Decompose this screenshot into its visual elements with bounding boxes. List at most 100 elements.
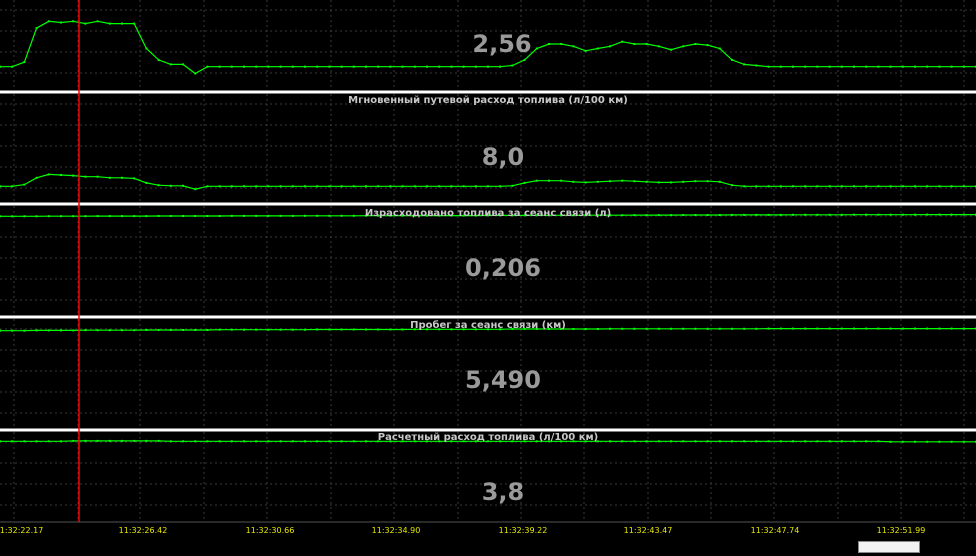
data-point: [365, 65, 367, 68]
data-point: [828, 213, 831, 216]
data-point: [218, 328, 221, 331]
data-point: [731, 327, 733, 330]
data-point: [60, 21, 62, 24]
data-point: [291, 214, 294, 217]
data-point: [352, 185, 355, 188]
panel-title: Пробег за сеанс связи (км): [410, 319, 566, 331]
data-point: [145, 215, 148, 218]
data-point: [694, 440, 697, 443]
data-point: [218, 215, 221, 217]
data-point: [84, 329, 87, 332]
data-point: [523, 58, 526, 61]
data-point: [487, 65, 489, 68]
data-point: [779, 65, 782, 68]
data-point: [706, 214, 709, 216]
data-point: [792, 213, 794, 216]
data-point: [950, 327, 953, 330]
data-point: [767, 65, 770, 68]
data-point: [657, 440, 660, 443]
current-value: 5,490: [465, 366, 541, 394]
data-point: [853, 65, 855, 68]
data-point: [535, 179, 538, 182]
data-point: [182, 184, 184, 187]
data-point: [572, 328, 575, 330]
data-point: [279, 65, 282, 68]
data-point: [316, 185, 319, 188]
data-point: [35, 329, 38, 332]
data-point: [11, 215, 14, 218]
data-point: [47, 20, 50, 23]
data-point: [267, 185, 270, 188]
data-point: [35, 440, 38, 443]
data-point: [108, 215, 111, 218]
data-point: [121, 329, 123, 332]
data-point: [133, 215, 136, 218]
current-value: 0,206: [465, 254, 541, 282]
data-point: [194, 188, 197, 191]
data-point: [279, 185, 282, 188]
data-point: [962, 213, 965, 216]
data-point: [194, 215, 197, 217]
data-point: [60, 215, 62, 218]
data-point: [816, 440, 819, 443]
data-point: [767, 185, 770, 188]
data-point: [731, 213, 733, 216]
data-point: [828, 185, 831, 188]
data-point: [377, 328, 380, 331]
data-point: [450, 185, 453, 188]
data-point: [633, 440, 636, 443]
x-tick-label: 11:32:43.47: [624, 526, 673, 535]
data-point: [72, 20, 75, 23]
data-point: [145, 47, 148, 50]
data-point: [60, 174, 62, 176]
data-point: [633, 214, 636, 217]
x-tick-label: 11:32:51.99: [877, 526, 926, 535]
data-point: [511, 64, 514, 67]
data-point: [206, 329, 209, 331]
data-point: [72, 174, 75, 177]
data-point: [230, 214, 233, 217]
data-point: [779, 185, 782, 188]
data-point: [230, 185, 233, 188]
data-point: [950, 185, 953, 188]
data-point: [23, 61, 26, 64]
data-point: [47, 215, 50, 218]
data-point: [11, 185, 14, 188]
data-point: [218, 185, 221, 188]
data-point: [694, 180, 697, 183]
data-point: [182, 215, 184, 217]
data-point: [365, 185, 367, 188]
data-point: [657, 214, 660, 217]
data-point: [377, 65, 380, 68]
data-point: [609, 180, 611, 183]
x-tick-label: 11:32:26.42: [119, 526, 168, 535]
scrollbar-thumb[interactable]: [858, 541, 920, 553]
data-point: [853, 185, 855, 188]
data-point: [560, 43, 563, 45]
data-point: [84, 215, 87, 218]
data-point: [621, 40, 624, 43]
data-point: [267, 328, 270, 331]
data-point: [243, 440, 245, 443]
panel-title: Мгновенный путевой расход топлива (л/100…: [348, 95, 628, 106]
data-point: [853, 327, 855, 330]
data-point: [670, 440, 672, 443]
data-point: [706, 44, 709, 47]
data-point: [840, 65, 843, 68]
data-point: [706, 327, 709, 330]
data-point: [706, 440, 709, 443]
data-point: [304, 328, 306, 331]
data-point: [865, 440, 868, 443]
data-point: [413, 185, 416, 188]
data-point: [816, 65, 819, 68]
data-point: [35, 27, 38, 30]
data-point: [645, 440, 648, 443]
data-point: [133, 22, 136, 25]
data-point: [11, 440, 14, 443]
data-point: [340, 328, 343, 331]
data-point: [218, 65, 221, 68]
data-point: [914, 185, 916, 188]
data-point: [584, 49, 587, 52]
data-point: [743, 63, 746, 66]
data-point: [926, 213, 929, 216]
